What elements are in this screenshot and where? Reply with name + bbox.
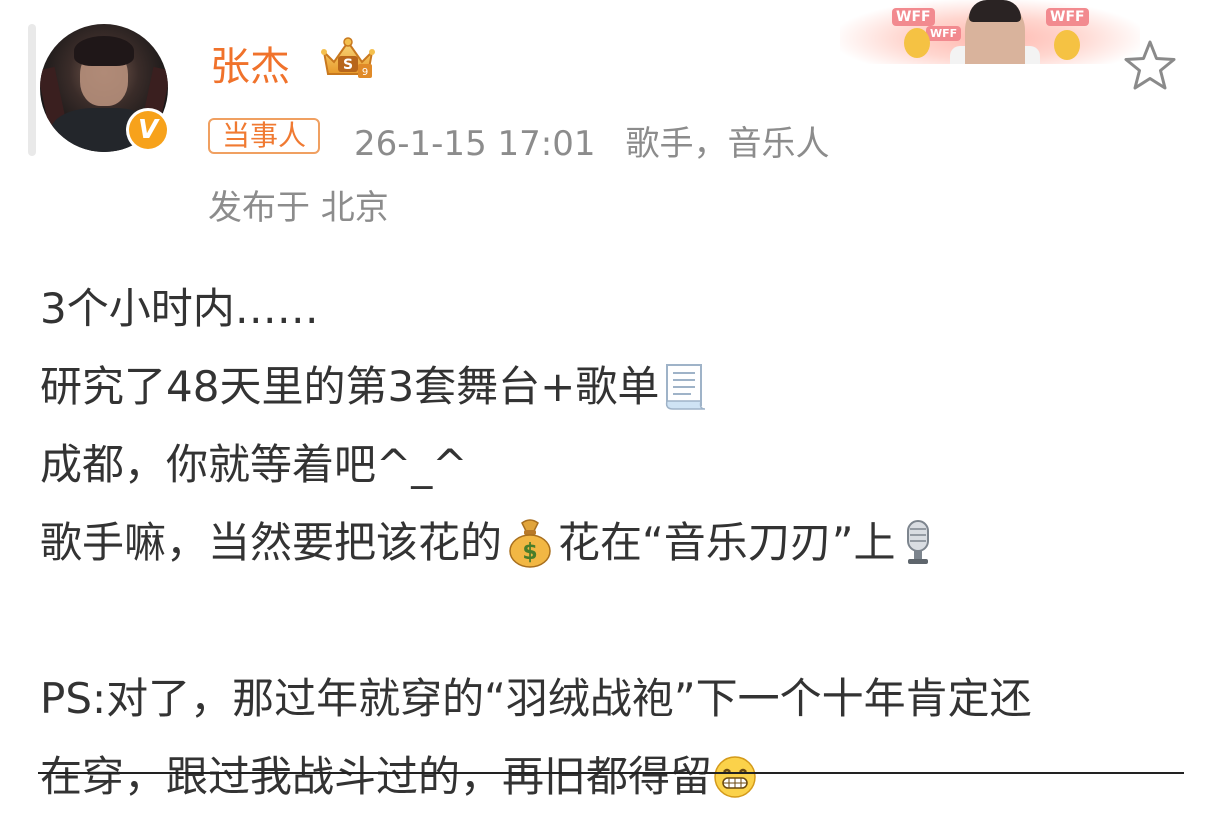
verified-badge-icon: V: [126, 108, 170, 152]
content-text: 在穿，跟过我战斗过的，再旧都得留: [40, 752, 713, 801]
content-line: 成都，你就等着吧^_^: [40, 426, 1190, 504]
content-line: 研究了48天里的第3套舞台+歌单: [40, 348, 1190, 426]
banner-figure: [1054, 30, 1080, 60]
banner-portrait: [965, 0, 1025, 64]
crown-icon: S 9: [321, 37, 375, 78]
content-line: 在穿，跟过我战斗过的，再旧都得留: [40, 738, 1190, 816]
content-text: PS:对了，那过年就穿的“羽绒战袍”下一个十年肯定还: [40, 674, 1032, 723]
content-text: 成都，你就等着吧^_^: [40, 440, 468, 489]
svg-text:S: S: [343, 57, 353, 73]
microphone-icon: [906, 520, 929, 564]
content-text: 花在“音乐刀刃”上: [558, 518, 896, 567]
post-meta: 26-1-15 17:01 歌手，音乐人: [354, 116, 830, 165]
banner-label: WFF: [1046, 8, 1089, 26]
svg-text:$: $: [522, 540, 537, 565]
divider: [38, 772, 1184, 774]
author-role: 歌手，音乐人: [625, 124, 830, 164]
post-location: 发布于 北京: [208, 188, 389, 228]
post-content: 3个小时内…… 研究了48天里的第3套舞台+歌单 成都，你就等着吧^_^ 歌手嘛…: [40, 270, 1190, 816]
grin-icon: [714, 756, 756, 798]
banner-label: WFF: [892, 8, 935, 26]
content-blank-line: [40, 582, 1190, 660]
content-text: 歌手嘛，当然要把该花的: [40, 518, 503, 567]
star-outline-icon[interactable]: [1122, 38, 1178, 94]
content-text: 研究了48天里的第3套舞台+歌单: [40, 362, 660, 411]
banner-figure: [904, 28, 930, 58]
left-edge-bar: [28, 24, 36, 156]
header-banner-decoration: WFF WFF WFF: [840, 0, 1140, 64]
memo-icon: [666, 364, 706, 410]
author-name[interactable]: 张杰: [210, 34, 290, 92]
avatar-detail: [74, 36, 134, 66]
content-line: 3个小时内……: [40, 270, 1190, 348]
party-tag-badge: 当事人: [208, 118, 321, 154]
content-line: 歌手嘛，当然要把该花的 $ 花在“音乐刀刃”上: [40, 504, 1190, 582]
svg-text:9: 9: [362, 67, 368, 78]
banner-label: WFF: [926, 26, 962, 41]
content-line: PS:对了，那过年就穿的“羽绒战袍”下一个十年肯定还: [40, 660, 1190, 738]
timestamp: 26-1-15 17:01: [354, 124, 596, 164]
content-text: 3个小时内……: [40, 284, 319, 333]
money-bag-icon: $: [509, 519, 551, 568]
